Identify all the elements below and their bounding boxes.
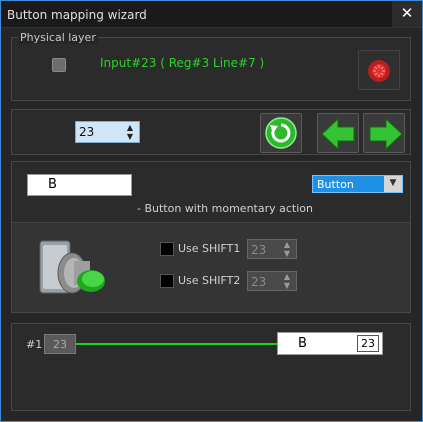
previous-button[interactable] xyxy=(317,113,359,153)
input-number-value: 23 xyxy=(79,125,95,139)
chain-source-box: 23 xyxy=(44,334,76,354)
stepper-up-icon[interactable]: ▲ xyxy=(125,124,135,132)
shift2-down-icon[interactable]: ▼ xyxy=(282,282,292,290)
physical-layer-panel: Physical layer Input#23 ( Reg#3 Line#7 ) xyxy=(11,31,411,101)
arrow-left-icon xyxy=(321,117,355,151)
physical-layer-legend: Physical layer xyxy=(18,31,98,44)
key-value-text: B xyxy=(48,177,57,192)
chain-index-label: #1 xyxy=(26,338,43,351)
shift2-label: Use SHIFT2 xyxy=(178,274,241,287)
shift1-value: 23 xyxy=(251,243,267,257)
mapping-panel: B Button ▼ - Button with momentary actio… xyxy=(11,161,411,313)
key-value-field[interactable]: B xyxy=(27,174,132,196)
pushbutton-image xyxy=(39,240,105,294)
shift1-checkbox[interactable] xyxy=(160,242,174,256)
close-icon: ✕ xyxy=(400,4,414,22)
navigation-panel: 23 ▲ ▼ xyxy=(11,109,411,155)
chain-target-box[interactable]: B 23 xyxy=(277,332,383,355)
shift2-checkbox[interactable] xyxy=(160,274,174,288)
input-info-text: Input#23 ( Reg#3 Line#7 ) xyxy=(100,56,265,70)
shift2-value: 23 xyxy=(251,275,267,289)
refresh-button[interactable] xyxy=(260,113,302,153)
shift1-up-icon[interactable]: ▲ xyxy=(282,241,292,249)
action-type-selected: Button xyxy=(317,178,354,191)
close-button[interactable]: ✕ xyxy=(392,1,422,27)
button-mapping-window: Button mapping wizard ✕ Physical layer I… xyxy=(0,0,423,422)
title-bar: Button mapping wizard ✕ xyxy=(1,1,422,28)
chevron-down-icon: ▼ xyxy=(384,176,402,192)
chain-source-value: 23 xyxy=(53,338,67,351)
input-number-stepper[interactable]: 23 ▲ ▼ xyxy=(75,121,140,143)
shift1-label: Use SHIFT1 xyxy=(178,242,241,255)
chain-target-value: 23 xyxy=(357,335,379,352)
shift1-stepper[interactable]: 23 ▲ ▼ xyxy=(247,239,297,259)
status-led-button xyxy=(358,50,400,90)
shift2-stepper[interactable]: 23 ▲ ▼ xyxy=(247,271,297,291)
shift2-up-icon[interactable]: ▲ xyxy=(282,273,292,281)
stepper-down-icon[interactable]: ▼ xyxy=(125,133,135,141)
action-type-dropdown[interactable]: Button ▼ xyxy=(312,175,403,193)
next-button[interactable] xyxy=(363,113,405,153)
chain-connector-line xyxy=(76,343,278,345)
refresh-icon xyxy=(265,117,297,149)
chain-target-key: B xyxy=(298,336,307,351)
chain-panel: #1 23 B 23 xyxy=(11,323,411,411)
action-description: - Button with momentary action xyxy=(137,202,313,215)
arrow-right-icon xyxy=(369,117,403,151)
shift-options-area: Use SHIFT1 23 ▲ ▼ Use SHIFT2 23 ▲ ▼ xyxy=(12,222,410,312)
window-title: Button mapping wizard xyxy=(7,8,147,22)
input-state-indicator xyxy=(52,58,66,72)
red-led-icon xyxy=(368,60,390,82)
shift1-down-icon[interactable]: ▼ xyxy=(282,250,292,258)
